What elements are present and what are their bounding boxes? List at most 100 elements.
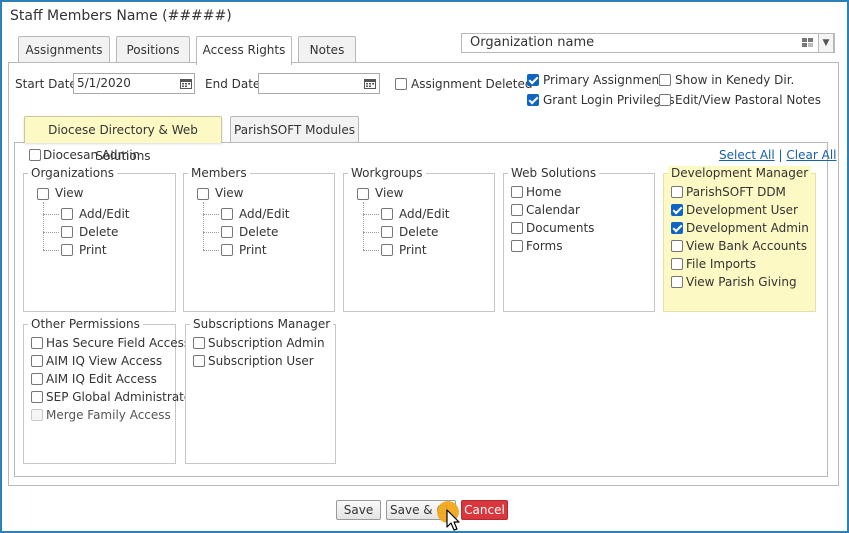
assignment-deleted-checkbox[interactable]	[395, 78, 407, 90]
parishsoft-ddm-checkbox[interactable]	[671, 186, 683, 198]
organizations-group: Organizations View Add/Edit Delete Print	[23, 166, 176, 312]
organization-select-value: Organization name	[470, 35, 595, 50]
calendar-icon[interactable]	[364, 78, 376, 89]
diocesan-admin-checkbox[interactable]	[29, 149, 41, 161]
view-bank-accounts-label: View Bank Accounts	[686, 239, 807, 253]
select-all-link[interactable]: Select All	[719, 148, 775, 162]
organizations-print-checkbox[interactable]	[61, 244, 73, 256]
start-date-value: 5/1/2020	[77, 76, 131, 90]
workgroups-print-checkbox[interactable]	[381, 244, 393, 256]
subscription-user-checkbox[interactable]	[193, 355, 205, 367]
secure-field-access-checkbox[interactable]	[31, 337, 43, 349]
subscriptions-manager-group: Subscriptions Manager Subscription Admin…	[185, 317, 336, 464]
grant-login-checkbox[interactable]	[527, 94, 539, 106]
edit-pastoral-checkbox[interactable]	[659, 94, 671, 106]
primary-assignment-label: Primary Assignment	[543, 73, 664, 87]
members-group-title: Members	[188, 166, 250, 180]
tree-line	[43, 232, 59, 233]
workgroups-delete-checkbox[interactable]	[381, 226, 393, 238]
parishsoft-ddm-label: ParishSOFT DDM	[686, 185, 786, 199]
organizations-add-edit-checkbox[interactable]	[61, 208, 73, 220]
tree-line	[203, 232, 219, 233]
cancel-button[interactable]: Cancel	[461, 500, 508, 520]
tab-assignments[interactable]: Assignments	[18, 36, 110, 63]
tab-notes[interactable]: Notes	[298, 36, 356, 63]
tree-line	[43, 250, 59, 251]
tree-line	[203, 250, 219, 251]
web-home-checkbox[interactable]	[511, 186, 523, 198]
organizations-print-label: Print	[79, 243, 107, 257]
start-date-input[interactable]: 5/1/2020	[73, 73, 195, 94]
tree-line	[203, 214, 219, 215]
view-bank-accounts-checkbox[interactable]	[671, 240, 683, 252]
clear-all-link[interactable]: Clear All	[786, 148, 836, 162]
tab-diocese-directory[interactable]: Diocese Directory & Web Solutions	[24, 116, 222, 163]
file-imports-checkbox[interactable]	[671, 258, 683, 270]
members-print-checkbox[interactable]	[221, 244, 233, 256]
dialog-title: Staff Members Name (#####)	[10, 8, 232, 24]
web-documents-checkbox[interactable]	[511, 222, 523, 234]
organizations-delete-label: Delete	[79, 225, 119, 239]
web-calendar-label: Calendar	[526, 203, 580, 217]
merge-family-access-label: Merge Family Access	[46, 408, 171, 422]
chevron-down-icon[interactable]: ▼	[818, 33, 834, 53]
organizations-view-checkbox[interactable]	[37, 188, 49, 200]
development-admin-label: Development Admin	[686, 221, 809, 235]
secure-field-access-label: Has Secure Field Access	[46, 336, 191, 350]
show-kenedy-label: Show in Kenedy Dir.	[675, 73, 795, 87]
development-user-checkbox[interactable]	[671, 204, 683, 216]
file-imports-label: File Imports	[686, 257, 756, 271]
members-add-edit-checkbox[interactable]	[221, 208, 233, 220]
members-view-label: View	[215, 186, 244, 200]
tab-positions[interactable]: Positions	[116, 36, 190, 63]
tab-access-rights[interactable]: Access Rights	[196, 36, 292, 65]
members-group: Members View Add/Edit Delete Print	[183, 166, 335, 312]
organization-select[interactable]: Organization name ▼	[461, 33, 835, 53]
workgroups-add-edit-checkbox[interactable]	[381, 208, 393, 220]
organizations-delete-checkbox[interactable]	[61, 226, 73, 238]
members-add-edit-label: Add/Edit	[239, 207, 290, 221]
sep-global-admin-label: SEP Global Administrator	[46, 390, 197, 404]
subscription-user-label: Subscription User	[208, 354, 314, 368]
development-admin-checkbox[interactable]	[671, 222, 683, 234]
mouse-pointer-icon	[446, 509, 460, 531]
workgroups-view-checkbox[interactable]	[357, 188, 369, 200]
primary-assignment-checkbox[interactable]	[527, 74, 539, 86]
tab-parishsoft-modules[interactable]: ParishSOFT Modules	[230, 116, 359, 143]
end-date-input[interactable]	[258, 73, 380, 94]
edit-pastoral-label: Edit/View Pastoral Notes	[675, 93, 822, 107]
subscription-admin-checkbox[interactable]	[193, 337, 205, 349]
other-permissions-group: Other Permissions Has Secure Field Acces…	[23, 317, 196, 464]
aim-iq-edit-label: AIM IQ Edit Access	[46, 372, 157, 386]
other-permissions-group-title: Other Permissions	[28, 317, 143, 331]
members-view-checkbox[interactable]	[197, 188, 209, 200]
view-parish-giving-label: View Parish Giving	[686, 275, 797, 289]
members-delete-checkbox[interactable]	[221, 226, 233, 238]
tree-line	[363, 214, 379, 215]
tree-line	[363, 202, 364, 250]
members-print-label: Print	[239, 243, 267, 257]
sep-global-admin-checkbox[interactable]	[31, 391, 43, 403]
save-button[interactable]: Save	[336, 500, 381, 520]
show-kenedy-checkbox[interactable]	[659, 74, 671, 86]
workgroups-view-label: View	[375, 186, 404, 200]
subscriptions-manager-group-title: Subscriptions Manager	[190, 317, 334, 331]
web-solutions-group-title: Web Solutions	[508, 166, 600, 180]
aim-iq-view-checkbox[interactable]	[31, 355, 43, 367]
start-date-label: Start Date:	[15, 77, 81, 91]
workgroups-group: Workgroups View Add/Edit Delete Print	[343, 166, 495, 312]
end-date-label: End Date:	[205, 77, 265, 91]
web-solutions-group: Web Solutions Home Calendar Documents Fo…	[503, 166, 655, 312]
web-home-label: Home	[526, 185, 562, 199]
tree-line	[363, 250, 379, 251]
view-parish-giving-checkbox[interactable]	[671, 276, 683, 288]
aim-iq-edit-checkbox[interactable]	[31, 373, 43, 385]
tree-line	[43, 202, 44, 250]
members-delete-label: Delete	[239, 225, 279, 239]
merge-family-access-checkbox	[31, 409, 43, 421]
tree-line	[363, 232, 379, 233]
calendar-icon[interactable]	[180, 78, 192, 89]
web-calendar-checkbox[interactable]	[511, 204, 523, 216]
development-manager-group: Development Manager ParishSOFT DDM Devel…	[663, 166, 816, 312]
web-forms-checkbox[interactable]	[511, 240, 523, 252]
